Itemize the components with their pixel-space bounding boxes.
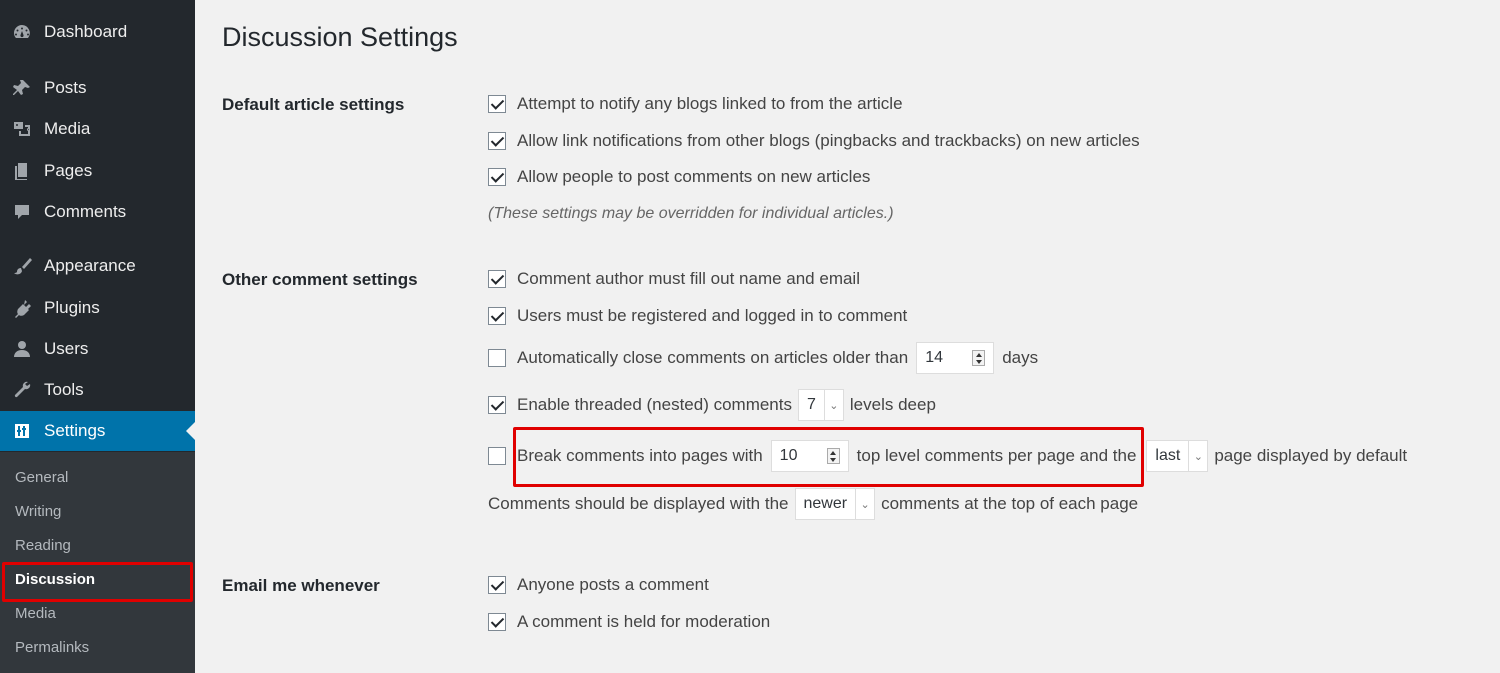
option-allow-comments: Allow people to post comments on new art… bbox=[488, 167, 870, 187]
option-author-fill: Comment author must fill out name and em… bbox=[488, 269, 860, 289]
option-paging: Break comments into pages with 10 top le… bbox=[488, 440, 1407, 472]
menu-item-label: Comments bbox=[44, 202, 127, 221]
submenu-item-reading[interactable]: Reading bbox=[15, 537, 71, 554]
checkbox[interactable] bbox=[488, 307, 506, 325]
option-registered-users: Users must be registered and logged in t… bbox=[488, 306, 907, 326]
menu-item-comments[interactable]: Comments bbox=[0, 192, 195, 232]
option-allow-pingbacks: Allow link notifications from other blog… bbox=[488, 131, 1140, 151]
option-comment-order: Comments should be displayed with the ne… bbox=[488, 488, 1138, 520]
menu-item-dashboard[interactable]: Dashboard bbox=[0, 12, 195, 52]
pages-icon bbox=[11, 160, 33, 182]
checkbox[interactable] bbox=[488, 168, 506, 186]
menu-item-label: Settings bbox=[44, 421, 106, 440]
menu-item-label: Media bbox=[44, 119, 91, 138]
checkbox[interactable] bbox=[488, 613, 506, 631]
section-label-other-comment: Other comment settings bbox=[222, 270, 418, 289]
option-notify-linked-blogs: Attempt to notify any blogs linked to fr… bbox=[488, 94, 903, 114]
option-label: Attempt to notify any blogs linked to fr… bbox=[517, 94, 903, 113]
option-label: Allow link notifications from other blog… bbox=[517, 131, 1140, 150]
media-icon bbox=[11, 118, 33, 140]
select-value: 7 bbox=[807, 396, 816, 413]
thread-depth-select[interactable]: 7 ⌄ bbox=[798, 389, 844, 421]
menu-item-appearance[interactable]: Appearance bbox=[0, 246, 195, 286]
settings-sliders-icon bbox=[11, 420, 33, 442]
select-value: last bbox=[1155, 447, 1181, 464]
menu-item-label: Users bbox=[44, 339, 89, 358]
pushpin-icon bbox=[11, 77, 33, 99]
option-label: Anyone posts a comment bbox=[517, 575, 709, 594]
menu-item-media[interactable]: Media bbox=[0, 109, 195, 149]
menu-item-label: Appearance bbox=[44, 256, 136, 275]
chevron-down-icon: ⌄ bbox=[1188, 441, 1207, 471]
comment-order-select[interactable]: newer ⌄ bbox=[794, 488, 876, 520]
paintbrush-icon bbox=[11, 255, 33, 277]
menu-item-label: Posts bbox=[44, 78, 87, 97]
menu-item-label: Dashboard bbox=[44, 22, 128, 41]
menu-item-label: Plugins bbox=[44, 298, 100, 317]
checkbox[interactable] bbox=[488, 576, 506, 594]
menu-item-plugins[interactable]: Plugins bbox=[0, 288, 195, 328]
submenu-item-discussion[interactable]: Discussion bbox=[15, 571, 95, 588]
plugin-icon bbox=[11, 297, 33, 319]
active-indicator bbox=[186, 422, 195, 440]
default-page-select[interactable]: last ⌄ bbox=[1146, 440, 1209, 472]
dashboard-icon bbox=[11, 21, 33, 43]
section-label-email: Email me whenever bbox=[222, 576, 380, 595]
submenu-item-media[interactable]: Media bbox=[15, 605, 56, 622]
checkbox[interactable] bbox=[488, 132, 506, 150]
submenu-item-general[interactable]: General bbox=[15, 469, 68, 486]
chevron-down-icon: ⌄ bbox=[855, 489, 874, 519]
menu-item-pages[interactable]: Pages bbox=[0, 151, 195, 191]
user-icon bbox=[11, 338, 33, 360]
page-title: Discussion Settings bbox=[222, 22, 458, 52]
comment-icon bbox=[11, 201, 33, 223]
option-label: Enable threaded (nested) comments bbox=[517, 395, 792, 414]
settings-submenu: General Writing Reading Discussion Media… bbox=[0, 452, 195, 673]
input-value: 10 bbox=[779, 447, 798, 464]
option-suffix: page displayed by default bbox=[1214, 446, 1408, 465]
option-label: Allow people to post comments on new art… bbox=[517, 167, 871, 186]
menu-item-posts[interactable]: Posts bbox=[0, 68, 195, 108]
option-suffix: days bbox=[1002, 348, 1039, 367]
admin-sidebar: Dashboard Posts Media Pages Comments App… bbox=[0, 0, 195, 673]
menu-item-label: Tools bbox=[44, 380, 84, 399]
option-middle: top level comments per page and the bbox=[856, 446, 1137, 465]
checkbox[interactable] bbox=[488, 95, 506, 113]
submenu-item-writing[interactable]: Writing bbox=[15, 503, 61, 520]
checkbox[interactable] bbox=[488, 447, 506, 465]
option-label: Users must be registered and logged in t… bbox=[517, 306, 908, 325]
chevron-down-icon: ⌄ bbox=[823, 390, 843, 420]
input-value: 14 bbox=[925, 349, 943, 366]
days-number-input[interactable]: 14 bbox=[916, 342, 995, 374]
option-auto-close: Automatically close comments on articles… bbox=[488, 342, 1038, 374]
option-email-any-comment: Anyone posts a comment bbox=[488, 575, 709, 595]
menu-item-tools[interactable]: Tools bbox=[0, 370, 195, 410]
override-note: (These settings may be overridden for in… bbox=[488, 205, 894, 222]
spinner-arrows-icon[interactable] bbox=[826, 448, 840, 464]
wrench-icon bbox=[11, 379, 33, 401]
option-label: Comment author must fill out name and em… bbox=[517, 269, 860, 288]
checkbox[interactable] bbox=[488, 270, 506, 288]
menu-item-settings[interactable]: Settings bbox=[0, 411, 195, 451]
checkbox[interactable] bbox=[488, 396, 506, 414]
comments-per-page-input[interactable]: 10 bbox=[770, 440, 849, 472]
option-threaded: Enable threaded (nested) comments 7 ⌄ le… bbox=[488, 389, 936, 421]
submenu-item-permalinks[interactable]: Permalinks bbox=[15, 639, 89, 656]
option-email-moderation: A comment is held for moderation bbox=[488, 612, 770, 632]
option-label: Break comments into pages with bbox=[517, 446, 763, 465]
option-label: Automatically close comments on articles… bbox=[517, 348, 909, 367]
spinner-arrows-icon[interactable] bbox=[972, 350, 986, 366]
option-suffix: comments at the top of each page bbox=[881, 494, 1139, 513]
option-label: A comment is held for moderation bbox=[517, 612, 771, 631]
section-label-default-article: Default article settings bbox=[222, 95, 405, 114]
menu-item-label: Pages bbox=[44, 161, 93, 180]
select-value: newer bbox=[803, 495, 848, 512]
option-label: Comments should be displayed with the bbox=[488, 494, 789, 513]
option-suffix: levels deep bbox=[849, 395, 936, 414]
menu-item-users[interactable]: Users bbox=[0, 329, 195, 369]
checkbox[interactable] bbox=[488, 349, 506, 367]
